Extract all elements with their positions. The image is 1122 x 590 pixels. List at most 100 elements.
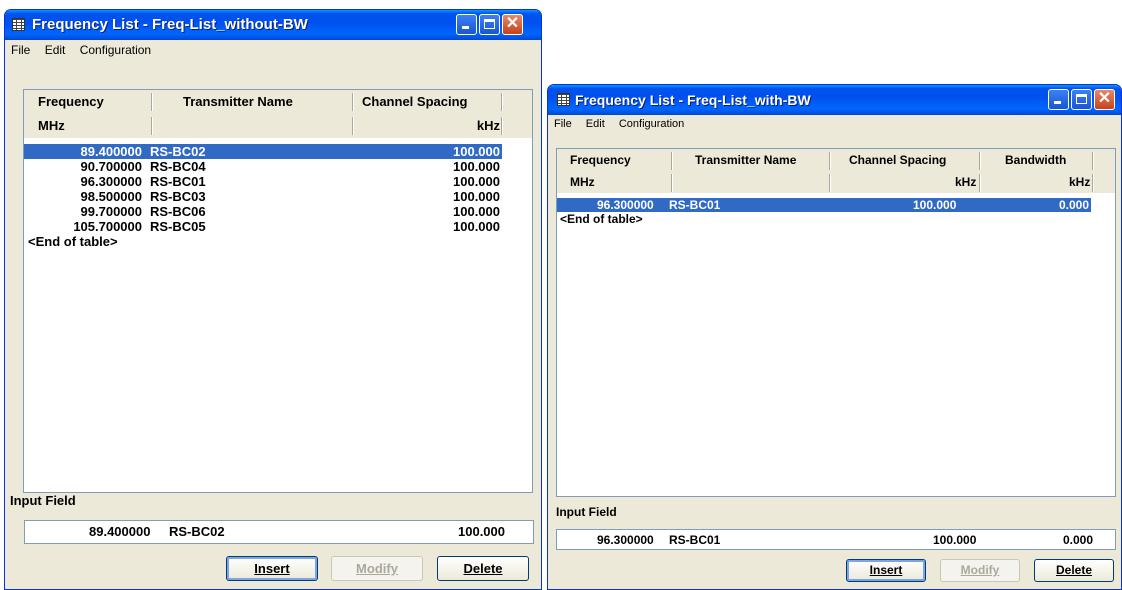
cell-name: RS-BC04: [150, 159, 206, 174]
col-channel-spacing[interactable]: Channel Spacing: [362, 94, 467, 109]
end-of-table-marker[interactable]: <End of table>: [557, 212, 1115, 226]
maximize-button[interactable]: [1071, 89, 1092, 110]
col-divider[interactable]: [671, 152, 673, 170]
col-divider: [501, 117, 503, 135]
close-button[interactable]: ✕: [1094, 89, 1115, 110]
cell-frequency: 99.700000: [80, 204, 142, 219]
col-divider[interactable]: [979, 152, 981, 170]
cell-frequency: 98.500000: [80, 189, 142, 204]
unit-channel-spacing: kHz: [955, 175, 977, 189]
cell-frequency: 96.300000: [80, 174, 142, 189]
col-bandwidth[interactable]: Bandwidth: [1005, 153, 1066, 167]
col-divider: [352, 117, 354, 135]
column-header-row: Frequency Transmitter Name Channel Spaci…: [24, 90, 532, 114]
col-frequency[interactable]: Frequency: [570, 153, 631, 167]
cell-spacing: 100.000: [453, 219, 500, 234]
modify-button[interactable]: Modify: [331, 556, 423, 581]
col-divider[interactable]: [501, 93, 503, 111]
units-header-row: MHz kHz: [24, 114, 532, 138]
input-field[interactable]: 96.300000 RS-BC01 100.000 0.000: [556, 529, 1116, 550]
menu-edit[interactable]: Edit: [39, 40, 71, 57]
column-header-row: Frequency Transmitter Name Channel Spaci…: [557, 149, 1115, 171]
maximize-button[interactable]: [479, 14, 500, 35]
units-header-row: MHz kHz kHz: [557, 171, 1115, 193]
cell-name: RS-BC01: [150, 174, 206, 189]
input-spacing[interactable]: 100.000: [933, 533, 976, 547]
cell-name: RS-BC06: [150, 204, 206, 219]
end-of-table-marker[interactable]: <End of table>: [24, 234, 532, 249]
menu-configuration[interactable]: Configuration: [74, 40, 156, 57]
freq-list-window-with-bw: Frequency List - Freq-List_with-BW ✕ Fil…: [547, 84, 1122, 590]
title-bar[interactable]: Frequency List - Freq-List_without-BW ✕: [5, 10, 541, 40]
unit-frequency: MHz: [38, 118, 65, 133]
input-bandwidth[interactable]: 0.000: [1063, 533, 1093, 547]
cell-spacing: 100.000: [913, 198, 957, 212]
delete-button[interactable]: Delete: [1034, 559, 1114, 582]
table-row[interactable]: 90.700000 RS-BC04 100.000: [24, 159, 502, 174]
frequency-table[interactable]: Frequency Transmitter Name Channel Spaci…: [556, 148, 1116, 497]
freq-list-window-without-bw: Frequency List - Freq-List_without-BW ✕ …: [4, 9, 542, 590]
col-transmitter-name[interactable]: Transmitter Name: [695, 153, 796, 167]
insert-button[interactable]: Insert: [846, 559, 926, 582]
cell-spacing: 100.000: [453, 174, 500, 189]
input-name[interactable]: RS-BC01: [669, 533, 720, 547]
modify-button[interactable]: Modify: [940, 559, 1020, 582]
minimize-button[interactable]: [1048, 89, 1069, 110]
col-divider: [979, 174, 981, 192]
table-body: 89.400000 RS-BC02 100.000 90.700000 RS-B…: [24, 144, 532, 249]
menu-configuration[interactable]: Configuration: [613, 115, 689, 130]
unit-bandwidth: kHz: [1069, 175, 1091, 189]
table-row[interactable]: 96.300000 RS-BC01 100.000: [24, 174, 502, 189]
col-divider: [151, 117, 153, 135]
col-divider[interactable]: [1092, 152, 1094, 170]
unit-channel-spacing: kHz: [476, 118, 500, 133]
col-divider[interactable]: [151, 93, 153, 111]
table-row[interactable]: 98.500000 RS-BC03 100.000: [24, 189, 502, 204]
cell-frequency: 89.400000: [80, 144, 142, 159]
cell-spacing: 100.000: [453, 189, 500, 204]
table-row[interactable]: 89.400000 RS-BC02 100.000: [24, 144, 502, 159]
insert-button[interactable]: Insert: [226, 556, 318, 581]
input-field[interactable]: 89.400000 RS-BC02 100.000: [24, 520, 534, 544]
col-frequency[interactable]: Frequency: [38, 94, 104, 109]
table-row[interactable]: 99.700000 RS-BC06 100.000: [24, 204, 502, 219]
close-button[interactable]: ✕: [502, 14, 523, 35]
unit-frequency: MHz: [570, 175, 595, 189]
cell-frequency: 90.700000: [80, 159, 142, 174]
cell-frequency: 96.300000: [597, 198, 654, 212]
input-field-label: Input Field: [10, 493, 76, 508]
menu-bar: File Edit Configuration: [5, 40, 541, 60]
cell-name: RS-BC05: [150, 219, 206, 234]
col-divider: [1092, 174, 1094, 192]
col-divider[interactable]: [352, 93, 354, 111]
col-divider: [829, 174, 831, 192]
input-field-label: Input Field: [556, 505, 617, 519]
input-name[interactable]: RS-BC02: [169, 524, 225, 539]
col-divider: [671, 174, 673, 192]
window-title: Frequency List - Freq-List_with-BW: [575, 92, 811, 108]
col-transmitter-name[interactable]: Transmitter Name: [183, 94, 293, 109]
cell-spacing: 100.000: [453, 144, 500, 159]
input-frequency[interactable]: 96.300000: [597, 533, 654, 547]
menu-edit[interactable]: Edit: [580, 115, 610, 130]
cell-bandwidth: 0.000: [1058, 198, 1089, 212]
input-frequency[interactable]: 89.400000: [89, 524, 150, 539]
window-title: Frequency List - Freq-List_without-BW: [32, 16, 308, 33]
input-spacing[interactable]: 100.000: [458, 524, 505, 539]
frequency-table[interactable]: Frequency Transmitter Name Channel Spaci…: [23, 89, 533, 493]
menu-bar: File Edit Configuration: [548, 115, 1121, 135]
table-row[interactable]: 96.300000 RS-BC01 100.000 0.000: [557, 198, 1091, 212]
menu-file[interactable]: File: [5, 40, 35, 57]
menu-file[interactable]: File: [548, 115, 577, 130]
col-divider[interactable]: [829, 152, 831, 170]
table-body: 96.300000 RS-BC01 100.000 0.000 <End of …: [557, 198, 1115, 226]
cell-name: RS-BC01: [669, 198, 721, 212]
col-channel-spacing[interactable]: Channel Spacing: [849, 153, 946, 167]
cell-name: RS-BC02: [150, 144, 206, 159]
app-icon[interactable]: [12, 18, 25, 31]
app-icon[interactable]: [557, 93, 570, 106]
delete-button[interactable]: Delete: [437, 556, 529, 581]
title-bar[interactable]: Frequency List - Freq-List_with-BW ✕: [548, 85, 1121, 115]
table-row[interactable]: 105.700000 RS-BC05 100.000: [24, 219, 502, 234]
minimize-button[interactable]: [456, 14, 477, 35]
